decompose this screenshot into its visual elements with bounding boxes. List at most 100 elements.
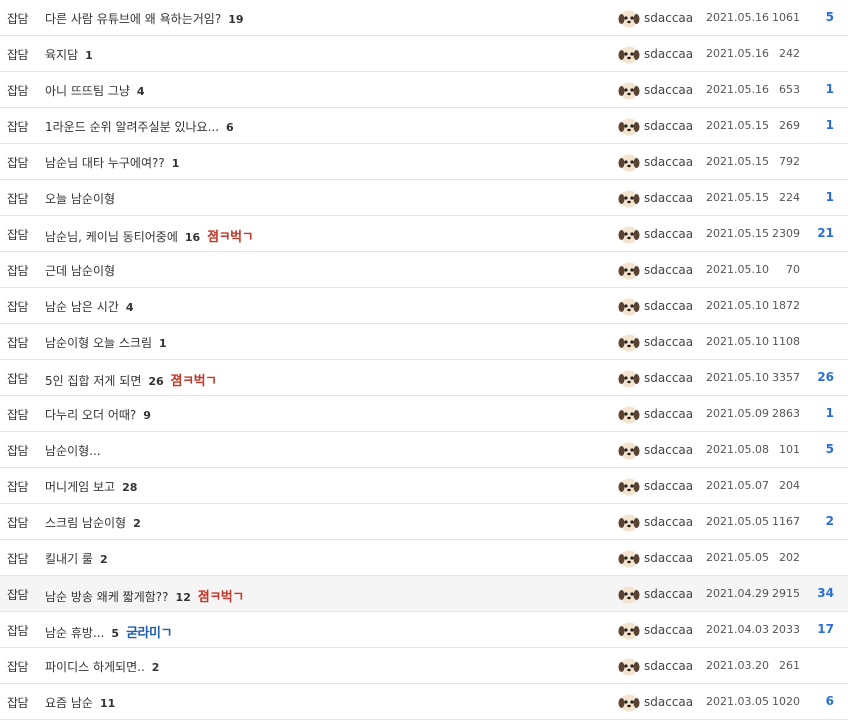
post-category[interactable]: 잡담	[7, 262, 29, 279]
post-title[interactable]: 남순 남은 시간	[45, 300, 119, 314]
post-title-link[interactable]: 오늘 남순이형	[45, 190, 115, 207]
author-name[interactable]: sdaccaa	[644, 119, 693, 133]
post-category[interactable]: 잡담	[7, 82, 29, 99]
author-name[interactable]: sdaccaa	[644, 263, 693, 277]
post-title-link[interactable]: 남순 휴방... 5 굳라미ㄱ	[45, 622, 172, 641]
author-name[interactable]: sdaccaa	[644, 695, 693, 709]
post-title[interactable]: 남순님 대타 누구에여??	[45, 156, 165, 170]
post-title-link[interactable]: 파이디스 하게되면.. 2	[45, 658, 159, 675]
author-link[interactable]: sdaccaa	[618, 295, 693, 317]
author-link[interactable]: sdaccaa	[618, 367, 693, 389]
post-title[interactable]: 1라운드 순위 알려주실분 있나요...	[45, 120, 219, 134]
post-title[interactable]: 5인 집합 저게 되면	[45, 374, 141, 388]
list-item[interactable]: 잡담 남순님, 케이님 동티어중에 16 졈ㅋ벅ㄱ sdaccaa 2021.05.15…	[0, 216, 848, 252]
author-name[interactable]: sdaccaa	[644, 335, 693, 349]
author-name[interactable]: sdaccaa	[644, 47, 693, 61]
post-title-link[interactable]: 남순이형 오늘 스크림 1	[45, 334, 167, 351]
list-item[interactable]: 잡담 남순이형... sdaccaa 2021.05.08 101 5	[0, 432, 848, 468]
post-title[interactable]: 근데 남순이형	[45, 264, 115, 278]
author-name[interactable]: sdaccaa	[644, 227, 693, 241]
author-link[interactable]: sdaccaa	[618, 151, 693, 173]
post-category[interactable]: 잡담	[7, 442, 29, 459]
comment-count[interactable]: 19	[228, 13, 243, 26]
author-name[interactable]: sdaccaa	[644, 371, 693, 385]
post-title-link[interactable]: 다른 사람 유튜브에 왜 욕하는거임? 19	[45, 10, 244, 27]
post-category[interactable]: 잡담	[7, 622, 29, 639]
author-link[interactable]: sdaccaa	[618, 547, 693, 569]
author-link[interactable]: sdaccaa	[618, 43, 693, 65]
author-link[interactable]: sdaccaa	[618, 115, 693, 137]
list-item[interactable]: 잡담 다른 사람 유튜브에 왜 욕하는거임? 19 sdaccaa 2021.05.1…	[0, 0, 848, 36]
author-name[interactable]: sdaccaa	[644, 443, 693, 457]
author-link[interactable]: sdaccaa	[618, 403, 693, 425]
post-title-link[interactable]: 요즘 남순 11	[45, 694, 115, 711]
post-title-link[interactable]: 남순님 대타 누구에여?? 1	[45, 154, 179, 171]
author-name[interactable]: sdaccaa	[644, 299, 693, 313]
author-name[interactable]: sdaccaa	[644, 83, 693, 97]
post-title[interactable]: 아니 뜨뜨팀 그냥	[45, 84, 130, 98]
author-link[interactable]: sdaccaa	[618, 187, 693, 209]
post-title-link[interactable]: 남순 방송 왜케 짧게함?? 12 졈ㅋ벅ㄱ	[45, 586, 244, 605]
author-link[interactable]: sdaccaa	[618, 223, 693, 245]
post-title-link[interactable]: 남순님, 케이님 동티어중에 16 졈ㅋ벅ㄱ	[45, 226, 254, 245]
post-title[interactable]: 파이디스 하게되면..	[45, 660, 145, 674]
comment-count[interactable]: 1	[159, 337, 167, 350]
list-item[interactable]: 잡담 남순님 대타 누구에여?? 1 sdaccaa 2021.05.15 792	[0, 144, 848, 180]
comment-count[interactable]: 28	[122, 481, 137, 494]
post-category[interactable]: 잡담	[7, 154, 29, 171]
author-link[interactable]: sdaccaa	[618, 475, 693, 497]
author-link[interactable]: sdaccaa	[618, 439, 693, 461]
author-name[interactable]: sdaccaa	[644, 659, 693, 673]
list-item[interactable]: 잡담 다누리 오더 어때? 9 sdaccaa 2021.05.09 2863 1	[0, 396, 848, 432]
post-category[interactable]: 잡담	[7, 550, 29, 567]
post-title-link[interactable]: 남순 남은 시간 4	[45, 298, 134, 315]
post-category[interactable]: 잡담	[7, 658, 29, 675]
comment-count[interactable]: 2	[100, 553, 108, 566]
comment-count[interactable]: 2	[133, 517, 141, 530]
comment-count[interactable]: 16	[185, 231, 200, 244]
comment-count[interactable]: 11	[100, 697, 115, 710]
list-item[interactable]: 잡담 남순 방송 왜케 짧게함?? 12 졈ㅋ벅ㄱ sdaccaa 2021.04.29…	[0, 576, 848, 612]
post-title[interactable]: 킬내기 룰	[45, 552, 93, 566]
post-category[interactable]: 잡담	[7, 406, 29, 423]
author-name[interactable]: sdaccaa	[644, 623, 693, 637]
list-item[interactable]: 잡담 1라운드 순위 알려주실분 있나요... 6 sdaccaa 2021.05.1…	[0, 108, 848, 144]
post-category[interactable]: 잡담	[7, 514, 29, 531]
post-title[interactable]: 남순 휴방...	[45, 626, 104, 640]
post-category[interactable]: 잡담	[7, 46, 29, 63]
list-item[interactable]: 잡담 근데 남순이형 sdaccaa 2021.05.10 70	[0, 252, 848, 288]
list-item[interactable]: 잡담 파이디스 하게되면.. 2 sdaccaa 2021.03.20 261	[0, 648, 848, 684]
comment-count[interactable]: 12	[176, 591, 191, 604]
author-link[interactable]: sdaccaa	[618, 79, 693, 101]
author-name[interactable]: sdaccaa	[644, 155, 693, 169]
post-category[interactable]: 잡담	[7, 478, 29, 495]
list-item[interactable]: 잡담 5인 집합 저게 되면 26 졈ㅋ벅ㄱ sdaccaa 2021.05.10 335…	[0, 360, 848, 396]
comment-count[interactable]: 6	[226, 121, 234, 134]
post-category[interactable]: 잡담	[7, 370, 29, 387]
post-category[interactable]: 잡담	[7, 226, 29, 243]
post-category[interactable]: 잡담	[7, 190, 29, 207]
post-title-link[interactable]: 육지담 1	[45, 46, 93, 63]
list-item[interactable]: 잡담 아니 뜨뜨팀 그냥 4 sdaccaa 2021.05.16 653 1	[0, 72, 848, 108]
post-category[interactable]: 잡담	[7, 298, 29, 315]
author-link[interactable]: sdaccaa	[618, 619, 693, 641]
author-link[interactable]: sdaccaa	[618, 331, 693, 353]
post-category[interactable]: 잡담	[7, 694, 29, 711]
list-item[interactable]: 잡담 남순 휴방... 5 굳라미ㄱ sdaccaa 2021.04.03 2033 17	[0, 612, 848, 648]
post-title[interactable]: 요즘 남순	[45, 696, 93, 710]
author-link[interactable]: sdaccaa	[618, 259, 693, 281]
post-title[interactable]: 머니게임 보고	[45, 480, 115, 494]
post-title-link[interactable]: 스크림 남순이형 2	[45, 514, 141, 531]
post-category[interactable]: 잡담	[7, 118, 29, 135]
post-title-link[interactable]: 아니 뜨뜨팀 그냥 4	[45, 82, 145, 99]
post-title-link[interactable]: 남순이형...	[45, 442, 101, 459]
post-category[interactable]: 잡담	[7, 10, 29, 27]
author-name[interactable]: sdaccaa	[644, 515, 693, 529]
comment-count[interactable]: 1	[172, 157, 180, 170]
post-title-link[interactable]: 근데 남순이형	[45, 262, 115, 279]
author-link[interactable]: sdaccaa	[618, 691, 693, 713]
author-link[interactable]: sdaccaa	[618, 7, 693, 29]
list-item[interactable]: 잡담 스크림 남순이형 2 sdaccaa 2021.05.05 1167 2	[0, 504, 848, 540]
post-title-link[interactable]: 킬내기 룰 2	[45, 550, 108, 567]
post-title[interactable]: 육지담	[45, 48, 78, 62]
